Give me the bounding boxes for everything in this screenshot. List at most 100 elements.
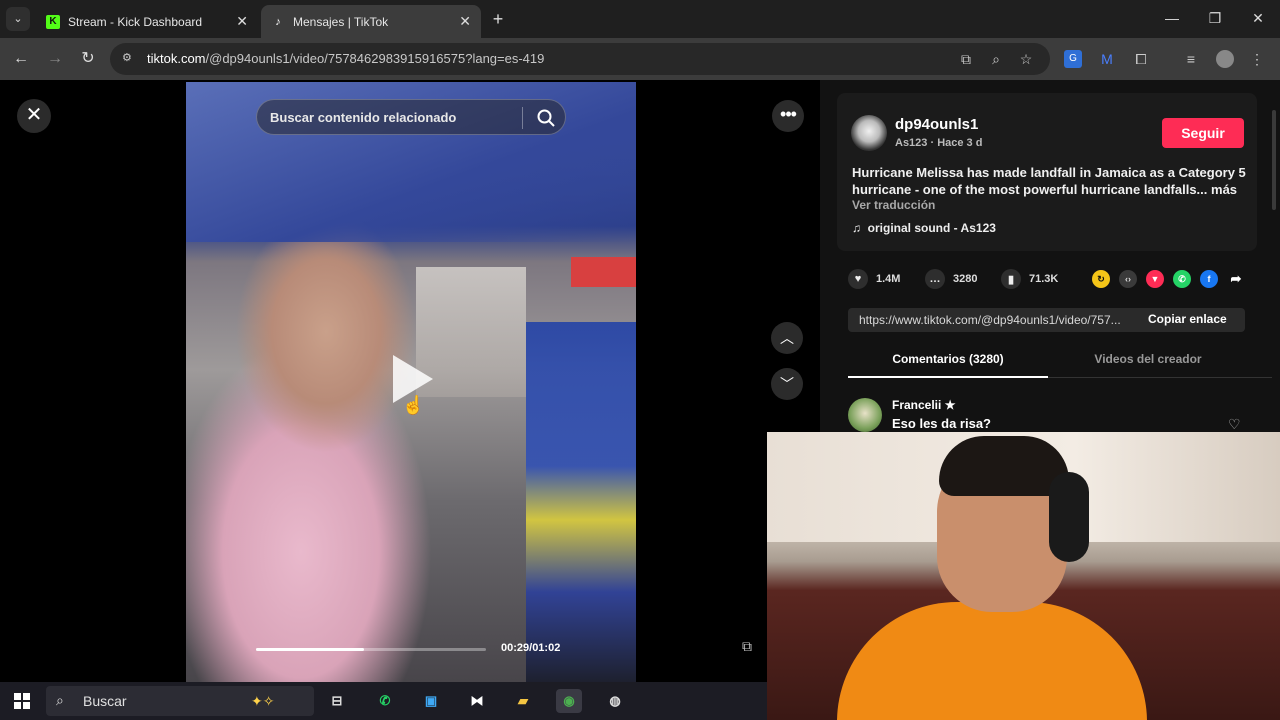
- save-count: 71.3K: [1029, 273, 1059, 285]
- video-scene-item: [571, 257, 636, 287]
- tab-search-icon[interactable]: ⌄: [6, 7, 30, 31]
- browser-tab-strip: ⌄ K Stream - Kick Dashboard ✕ ♪ Mensajes…: [0, 0, 1280, 38]
- repost-icon[interactable]: ↻: [1092, 270, 1110, 288]
- kick-logo-icon: K: [46, 14, 60, 29]
- video-link-text: https://www.tiktok.com/@dp94ounls1/video…: [859, 313, 1121, 327]
- post-info-card: dp94ounls1 As123 · Hace 3 d Seguir Hurri…: [837, 93, 1257, 251]
- mouse-cursor-icon: ☝: [402, 395, 425, 415]
- search-icon: ⌕: [56, 692, 64, 708]
- tab-title: Stream - Kick Dashboard: [68, 14, 203, 29]
- windows-start-icon[interactable]: [14, 693, 30, 709]
- save-button[interactable]: ▮ 71.3K: [1001, 268, 1058, 290]
- comment-like-icon[interactable]: ♡: [1228, 416, 1241, 433]
- facebook-icon[interactable]: f: [1200, 270, 1218, 288]
- translate-extension-icon[interactable]: G: [1064, 50, 1082, 68]
- taskbar-search-label: Buscar: [83, 693, 127, 709]
- video-progress-bar[interactable]: [256, 648, 486, 651]
- capcut-icon[interactable]: ⧓: [464, 689, 490, 713]
- music-note-icon: ♫: [852, 221, 861, 235]
- commenter-name[interactable]: Francelii ★: [892, 398, 955, 412]
- url-text: tiktok.com/@dp94ounls1/video/75784629839…: [147, 51, 545, 66]
- like-count: 1.4M: [876, 273, 901, 285]
- see-translation-link[interactable]: Ver traducción: [852, 198, 935, 212]
- commenter-avatar[interactable]: [848, 398, 882, 432]
- zoom-icon[interactable]: ⌕: [987, 50, 1005, 68]
- bookmark-star-icon[interactable]: ☆: [1017, 50, 1035, 68]
- search-icon[interactable]: [536, 108, 556, 128]
- store-icon[interactable]: ▣: [418, 689, 444, 713]
- tab-comments[interactable]: Comentarios (3280): [848, 352, 1048, 366]
- webcam-headset: [1049, 472, 1089, 562]
- follow-button[interactable]: Seguir: [1162, 118, 1244, 148]
- more-options-button[interactable]: •••: [772, 100, 804, 132]
- reload-icon[interactable]: ↻: [77, 48, 99, 70]
- close-video-button[interactable]: ✕: [17, 99, 51, 133]
- share-arrow-icon[interactable]: ➦: [1227, 270, 1245, 288]
- picture-in-picture-icon[interactable]: ⧉: [737, 638, 757, 658]
- file-explorer-icon[interactable]: ▰: [510, 689, 536, 713]
- screen: ⌄ K Stream - Kick Dashboard ✕ ♪ Mensajes…: [0, 0, 1280, 720]
- video-player[interactable]: Buscar contenido relacionado ☝ 00:29/01:…: [186, 82, 636, 682]
- creator-username[interactable]: dp94ounls1: [895, 116, 978, 133]
- extensions-puzzle-icon[interactable]: ⧠: [1132, 50, 1150, 68]
- send-to-friends-icon[interactable]: ▼: [1146, 270, 1164, 288]
- tab-tiktok-messages[interactable]: ♪ Mensajes | TikTok ✕: [261, 5, 481, 38]
- minimize-icon[interactable]: —: [1150, 0, 1194, 38]
- embed-icon[interactable]: ‹›: [1119, 270, 1137, 288]
- tab-kick-dashboard[interactable]: K Stream - Kick Dashboard ✕: [36, 5, 258, 38]
- windows-taskbar: ⌕ Buscar ✦✧ ⊟ ✆ ▣ ⧓ ▰ ◉ ◍: [0, 682, 767, 720]
- comment-bubble-icon: …: [925, 269, 945, 289]
- restore-icon[interactable]: ❐: [1193, 0, 1237, 38]
- video-progress-fill: [256, 648, 365, 651]
- video-timecode: 00:29/01:02: [501, 642, 561, 654]
- search-highlight-icon: ✦✧: [251, 693, 275, 709]
- close-tab-icon[interactable]: ✕: [459, 13, 471, 30]
- related-search-bar[interactable]: Buscar contenido relacionado: [256, 99, 566, 135]
- post-actions-row: ♥ 1.4M … 3280 ▮ 71.3K ↻ ‹› ▼ ✆ f ➦: [848, 268, 1268, 290]
- search-divider: [522, 107, 523, 129]
- comment-item: Francelii ★ Eso les da risa? ♡: [848, 396, 1272, 436]
- active-tab-indicator: [848, 376, 1048, 378]
- whatsapp-icon[interactable]: ✆: [372, 689, 398, 713]
- close-tab-icon[interactable]: ✕: [236, 13, 248, 30]
- task-view-icon[interactable]: ⊟: [324, 689, 350, 713]
- tab-creator-videos[interactable]: Videos del creador: [1048, 352, 1248, 366]
- original-sound[interactable]: ♫ original sound - As123: [852, 221, 996, 235]
- post-description: Hurricane Melissa has made landfall in J…: [852, 165, 1246, 197]
- next-video-button[interactable]: ﹀: [771, 368, 803, 400]
- heart-icon: ♥: [848, 269, 868, 289]
- install-app-icon[interactable]: ⧉: [957, 50, 975, 68]
- comment-text: Eso les da risa?: [892, 416, 991, 431]
- comment-count: 3280: [953, 273, 978, 285]
- obs-icon[interactable]: ◍: [602, 689, 628, 713]
- browser-menu-icon[interactable]: ⋮: [1248, 50, 1266, 68]
- more-link[interactable]: más: [1211, 182, 1237, 197]
- comment-button[interactable]: … 3280: [925, 268, 977, 290]
- like-button[interactable]: ♥ 1.4M: [848, 268, 900, 290]
- previous-video-button[interactable]: ︿: [771, 322, 803, 354]
- bookmark-icon: ▮: [1001, 269, 1021, 289]
- creator-subtitle: As123 · Hace 3 d: [895, 137, 983, 149]
- address-bar[interactable]: ⚙ tiktok.com/@dp94ounls1/video/757846298…: [110, 43, 1050, 75]
- close-window-icon[interactable]: ✕: [1236, 0, 1280, 38]
- reading-list-icon[interactable]: ≡: [1182, 50, 1200, 68]
- taskbar-search-box[interactable]: ⌕ Buscar ✦✧: [46, 686, 314, 716]
- creator-avatar[interactable]: [851, 115, 887, 151]
- site-info-icon[interactable]: ⚙: [122, 51, 136, 65]
- extension-icon[interactable]: M: [1098, 50, 1116, 68]
- forward-icon[interactable]: →: [44, 48, 66, 70]
- tiktok-logo-icon: ♪: [275, 15, 281, 28]
- profile-avatar[interactable]: [1216, 50, 1234, 68]
- new-tab-button[interactable]: +: [488, 9, 508, 30]
- panel-scrollbar[interactable]: [1272, 110, 1276, 210]
- tab-title: Mensajes | TikTok: [293, 14, 389, 29]
- whatsapp-icon[interactable]: ✆: [1173, 270, 1191, 288]
- browser-toolbar: ← → ↻ ⚙ tiktok.com/@dp94ounls1/video/757…: [0, 38, 1280, 80]
- webcam-person-shirt: [837, 602, 1147, 720]
- back-icon[interactable]: ←: [10, 48, 32, 70]
- chrome-icon[interactable]: ◉: [556, 689, 582, 713]
- copy-link-button[interactable]: Copiar enlace: [1148, 312, 1227, 326]
- copy-link-box: https://www.tiktok.com/@dp94ounls1/video…: [848, 308, 1245, 332]
- panel-tabs: Comentarios (3280) Videos del creador: [848, 350, 1272, 378]
- video-scene-racks: [526, 322, 636, 682]
